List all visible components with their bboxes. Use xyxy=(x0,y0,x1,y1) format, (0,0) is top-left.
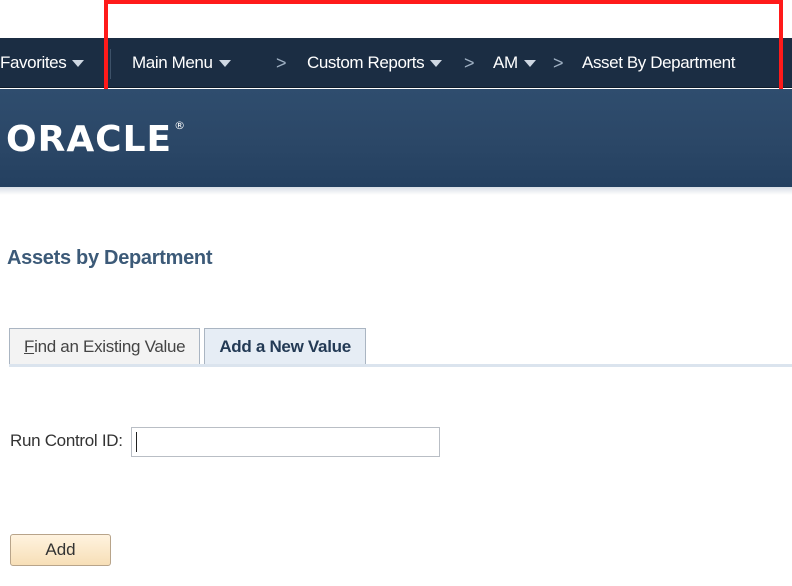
custom-reports-dropdown-icon xyxy=(430,59,443,67)
header-shadow xyxy=(0,187,792,195)
main-menu-dropdown-icon xyxy=(218,59,231,67)
registered-mark: ® xyxy=(174,119,187,132)
oracle-logo: ORACLE ® xyxy=(6,119,186,160)
tab-divider xyxy=(9,364,792,367)
breadcrumb-label: Custom Reports xyxy=(307,53,425,72)
tab-find-existing-value[interactable]: Find an Existing Value xyxy=(9,328,201,364)
breadcrumb-label: AM xyxy=(493,53,518,72)
tab-add-new-value[interactable]: Add a New Value xyxy=(204,328,366,364)
favorites-dropdown-icon xyxy=(72,59,85,67)
nav-divider xyxy=(110,49,111,79)
logo-text: ORACLE xyxy=(6,119,173,160)
run-control-id-input[interactable] xyxy=(132,428,439,456)
favorites-label: Favorites xyxy=(0,53,67,72)
breadcrumb-custom-reports[interactable]: Custom Reports xyxy=(307,38,443,88)
breadcrumb-arrow-icon: > xyxy=(464,52,475,73)
breadcrumb-arrow-icon: > xyxy=(276,52,287,73)
breadcrumb-label: Asset By Department xyxy=(582,53,736,72)
run-control-id-label: Run Control ID: xyxy=(10,431,123,450)
slide-cropped-text-strip xyxy=(0,0,792,38)
favorites-menu[interactable]: Favorites xyxy=(0,38,85,88)
am-dropdown-icon xyxy=(523,59,536,67)
main-menu[interactable]: Main Menu xyxy=(132,38,231,88)
tab-label: Add a New Value xyxy=(219,336,351,356)
breadcrumb-am[interactable]: AM xyxy=(493,38,536,88)
top-navigation-bar: Favorites Main Menu > Custom Reports > A… xyxy=(0,38,792,88)
tab-accesskey: F xyxy=(24,336,35,356)
breadcrumb-arrow-icon: > xyxy=(553,52,564,73)
add-button[interactable]: Add xyxy=(10,534,111,566)
text-cursor xyxy=(136,432,137,452)
tab-label: ind an Existing Value xyxy=(34,336,186,356)
brand-header: ORACLE ® xyxy=(0,89,792,187)
breadcrumb-asset-by-department[interactable]: Asset By Department xyxy=(582,38,735,88)
page-title: Assets by Department xyxy=(7,247,213,269)
search-tabs: Find an Existing Value Add a New Value xyxy=(9,326,370,364)
run-control-id-field[interactable] xyxy=(131,427,440,457)
main-menu-label: Main Menu xyxy=(132,53,213,72)
